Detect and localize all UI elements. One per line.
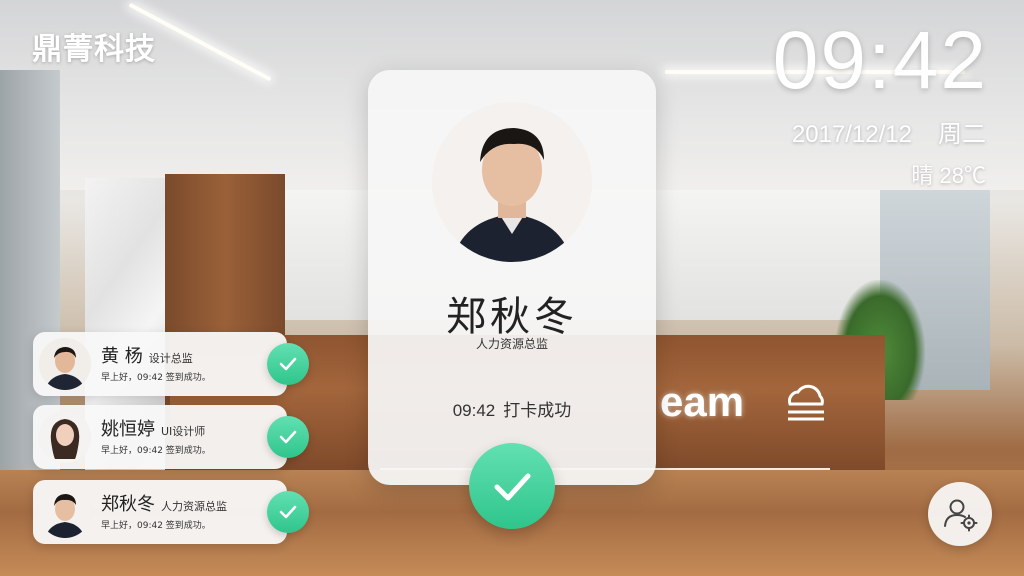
employee-role: UI设计师: [161, 425, 206, 438]
weather-text: 晴 28℃: [911, 163, 986, 188]
avatar: [39, 338, 91, 390]
desk-sign-text: eam: [660, 378, 745, 425]
checkin-result: 打卡成功: [503, 401, 572, 421]
clock-time: 09:42: [772, 15, 988, 106]
person-avatar-icon: [39, 486, 91, 538]
success-check-badge: [469, 443, 555, 529]
checkin-list-item[interactable]: 黄 杨设计总监 早上好，09:42 签到成功。: [33, 332, 309, 396]
checkin-message: 早上好，09:42 签到成功。: [101, 446, 211, 456]
check-icon: [279, 505, 297, 519]
checkin-message: 早上好，09:42 签到成功。: [101, 521, 211, 531]
checkin-card: 郑秋冬 人力资源总监 09:42 打卡成功: [368, 70, 656, 485]
employee-role: 人力资源总监: [161, 500, 227, 513]
cloud-icon: [788, 384, 824, 421]
success-check-badge: [267, 343, 309, 385]
person-avatar-icon: [39, 338, 91, 390]
check-icon: [279, 357, 297, 371]
date-text: 2017/12/12: [791, 121, 912, 148]
person-avatar-icon: [432, 102, 592, 262]
checkin-message: 早上好，09:42 签到成功。: [101, 373, 211, 383]
user-settings-icon: [944, 499, 978, 532]
kiosk-screen: eam 鼎菁科技 09:42 2017/12/12 周二 晴 28℃ 郑秋冬 人力…: [0, 0, 1024, 576]
weekday-text: 周二: [938, 121, 986, 148]
date-line: 2017/12/12 周二: [792, 114, 986, 149]
employee-name: 黄 杨: [101, 346, 143, 367]
check-icon: [279, 430, 297, 444]
employee-name: 郑秋冬: [446, 294, 578, 340]
checkin-status: 09:42 打卡成功: [368, 396, 656, 421]
employee-role: 人力资源总监: [475, 337, 548, 351]
success-check-badge: [267, 491, 309, 533]
employee-name: 郑秋冬: [101, 494, 155, 515]
checkin-name: 郑秋冬 人力资源总监: [101, 490, 227, 516]
checkin-time: 09:42: [452, 401, 496, 420]
person-avatar-icon: [39, 411, 91, 463]
avatar: [432, 102, 592, 262]
employee-name: 姚恒婷: [101, 419, 155, 440]
success-check-badge: [267, 416, 309, 458]
employee-role: 设计总监: [148, 352, 193, 365]
user-settings-button[interactable]: [928, 482, 992, 546]
avatar: [39, 411, 91, 463]
checkin-name: 黄 杨设计总监: [101, 342, 193, 368]
checkin-name: 姚恒婷 UI设计师: [101, 415, 205, 441]
brand-logo: 鼎菁科技: [32, 32, 156, 67]
checkin-list-item[interactable]: 姚恒婷 UI设计师 早上好，09:42 签到成功。: [33, 405, 309, 469]
checkin-list-item[interactable]: 郑秋冬 人力资源总监 早上好，09:42 签到成功。: [33, 480, 309, 544]
avatar: [39, 486, 91, 538]
check-icon: [494, 473, 531, 501]
